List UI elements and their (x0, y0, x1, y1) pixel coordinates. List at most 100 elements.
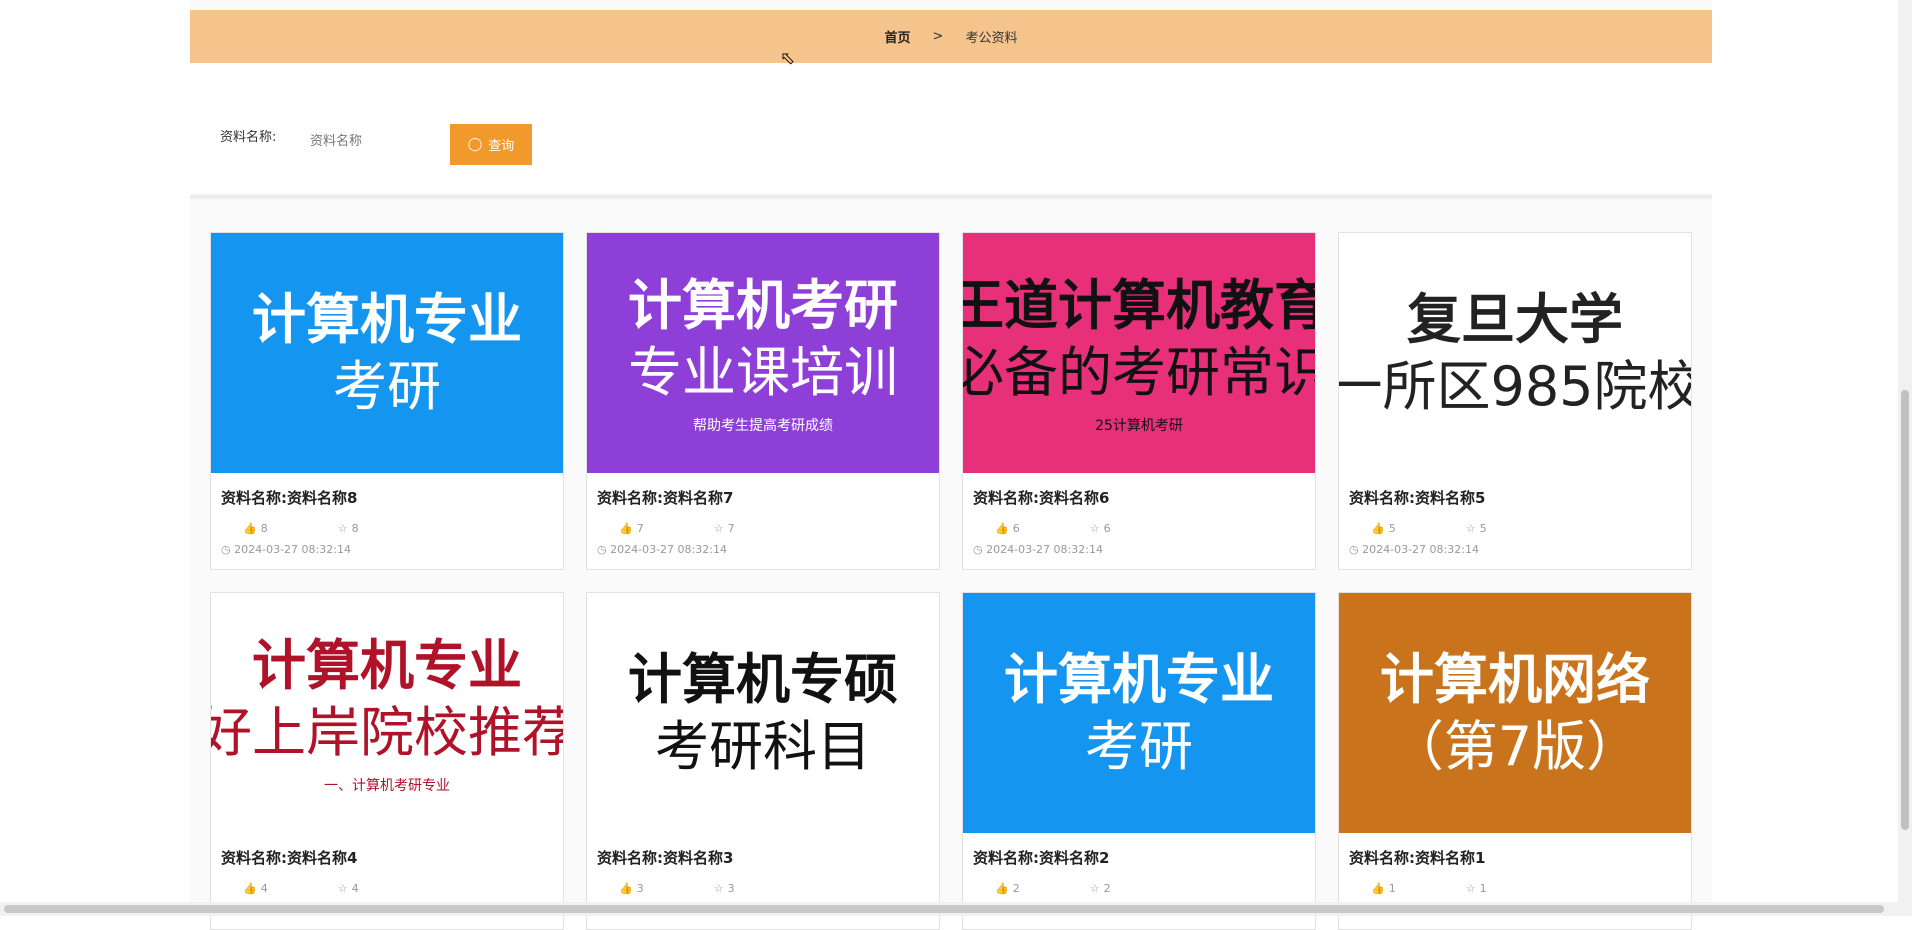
search-button-label: 查询 (488, 139, 515, 154)
thumbnail-text: 计算机网络 (1380, 647, 1650, 711)
card-thumbnail[interactable]: 计算机网络 （第7版） (1339, 593, 1691, 833)
clock-icon: ◷ (973, 543, 987, 556)
like-count: 8 (260, 522, 268, 535)
card-title[interactable]: 资料名称:资料名称5 (1349, 487, 1691, 508)
favorite-stat[interactable]: ☆ 7 (714, 522, 735, 535)
resource-card[interactable]: 计算机考研 专业课培训 帮助考生提高考研成绩资料名称:资料名称7 👍 7 ☆ 7 ◷ 2024… (586, 232, 940, 570)
like-count: 5 (1388, 522, 1396, 535)
breadcrumb-current: 考公资料 (965, 31, 1018, 46)
breadcrumb-home-link[interactable]: 首页 (885, 27, 911, 46)
favorite-stat[interactable]: ☆ 6 (1090, 522, 1111, 535)
like-stat[interactable]: 👍 8 (243, 522, 268, 535)
like-stat[interactable]: 👍 5 (1371, 522, 1396, 535)
card-stats: 👍 6 ☆ 6 (995, 522, 1315, 535)
divider (190, 195, 1712, 199)
card-title[interactable]: 资料名称:资料名称1 (1349, 847, 1691, 868)
thumbnail-text: （第7版） (1389, 715, 1641, 778)
favorite-stat[interactable]: ☆ 5 (1466, 522, 1487, 535)
thumbs-up-icon: 👍 (995, 882, 1009, 895)
card-thumbnail[interactable]: 计算机专业 好上岸院校推荐 一、计算机考研专业 (211, 593, 563, 833)
star-icon: ☆ (337, 522, 348, 535)
favorite-stat[interactable]: ☆ 2 (1090, 882, 1111, 895)
resource-card[interactable]: 王道计算机教育 必备的考研常识 25计算机考研 资料名称:资料名称6 👍 6 ☆ 6 ◷ 202… (962, 232, 1316, 570)
favorite-stat[interactable]: ☆ 3 (714, 882, 735, 895)
search-button[interactable]: ◯ 查询 (450, 124, 532, 165)
like-stat[interactable]: 👍 6 (995, 522, 1020, 535)
thumbs-up-icon: 👍 (619, 882, 633, 895)
card-stats: 👍 8 ☆ 8 (243, 522, 563, 535)
card-title[interactable]: 资料名称:资料名称6 (973, 487, 1315, 508)
thumbnail-text: 考研科目 (655, 715, 871, 778)
horizontal-scrollbar[interactable] (0, 902, 1898, 916)
thumbnail-text: 计算机专业 (1004, 647, 1274, 711)
like-stat[interactable]: 👍 7 (619, 522, 644, 535)
clock-icon: ◷ (221, 543, 235, 556)
card-date: ◷ 2024-03-27 08:32:14 (221, 543, 563, 556)
horizontal-scrollbar-thumb[interactable] (4, 905, 1884, 913)
thumbs-up-icon: 👍 (1371, 882, 1385, 895)
card-title[interactable]: 资料名称:资料名称8 (221, 487, 563, 508)
favorite-count: 5 (1479, 522, 1487, 535)
resource-card[interactable]: 计算机专业 考研 资料名称:资料名称8 👍 8 ☆ 8 ◷ 2024-03-27 08:32:… (210, 232, 564, 570)
card-thumbnail[interactable]: 王道计算机教育 必备的考研常识 25计算机考研 (963, 233, 1315, 473)
resource-card[interactable]: 计算机网络（第7版）资料名称:资料名称1👍1☆1◷ (1338, 592, 1692, 930)
favorite-count: 6 (1103, 522, 1111, 535)
like-count: 2 (1012, 882, 1020, 895)
thumbnail-text: 王道计算机教育 (963, 273, 1315, 337)
favorite-stat[interactable]: ☆ 4 (338, 882, 359, 895)
card-thumbnail[interactable]: 复旦大学又又一所区985院校缩招 (1339, 233, 1691, 473)
favorite-count: 7 (727, 522, 735, 535)
card-thumbnail[interactable]: 计算机专业 考研 (211, 233, 563, 473)
card-stats: 👍 7 ☆ 7 (619, 522, 939, 535)
thumbs-up-icon: 👍 (1371, 522, 1385, 535)
thumbnail-text: 计算机专业 (252, 287, 522, 351)
search-icon: ◯ (467, 137, 483, 152)
like-count: 1 (1388, 882, 1396, 895)
resource-card[interactable]: 复旦大学又又一所区985院校缩招资料名称:资料名称5👍5☆5◷ 2024-03-… (1338, 232, 1692, 570)
card-stats: 👍 3 ☆ 3 (619, 882, 939, 895)
favorite-count: 2 (1103, 882, 1111, 895)
thumbnail-text: 计算机专业 (252, 633, 522, 697)
search-label: 资料名称: (220, 130, 277, 145)
card-title[interactable]: 资料名称:资料名称2 (973, 847, 1315, 868)
resource-card[interactable]: 计算机专业好上岸院校推荐一、计算机考研专业资料名称:资料名称4👍4☆4◷ (210, 592, 564, 930)
card-stats: 👍 2 ☆ 2 (995, 882, 1315, 895)
thumbs-up-icon: 👍 (995, 522, 1009, 535)
favorite-stat[interactable]: ☆ 8 (338, 522, 359, 535)
card-date: ◷ 2024-03-27 08:32:14 (1349, 543, 1691, 556)
search-input[interactable] (300, 124, 450, 158)
card-thumbnail[interactable]: 计算机考研 专业课培训 帮助考生提高考研成绩 (587, 233, 939, 473)
thumbnail-text: 帮助考生提高考研成绩 (693, 417, 833, 434)
thumbnail-text: 又又一所区985院校缩招 (1339, 355, 1691, 418)
card-title[interactable]: 资料名称:资料名称3 (597, 847, 939, 868)
like-stat[interactable]: 👍 1 (1371, 882, 1396, 895)
resource-card[interactable]: 计算机专业考研资料名称:资料名称2👍2☆2◷ (962, 592, 1316, 930)
card-date: ◷ 2024-03-27 08:32:14 (597, 543, 939, 556)
card-title[interactable]: 资料名称:资料名称4 (221, 847, 563, 868)
breadcrumb-separator: > (932, 29, 944, 44)
star-icon: ☆ (1465, 882, 1476, 895)
card-title[interactable]: 资料名称:资料名称7 (597, 487, 939, 508)
star-icon: ☆ (713, 882, 724, 895)
star-icon: ☆ (1089, 882, 1100, 895)
like-count: 4 (260, 882, 268, 895)
favorite-stat[interactable]: ☆ 1 (1466, 882, 1487, 895)
like-count: 6 (1012, 522, 1020, 535)
vertical-scrollbar-thumb[interactable] (1901, 390, 1909, 830)
favorite-count: 4 (351, 882, 359, 895)
resource-card[interactable]: 计算机专硕考研科目资料名称:资料名称3👍3☆3◷ (586, 592, 940, 930)
card-thumbnail[interactable]: 计算机专硕 考研科目 (587, 593, 939, 833)
card-stats: 👍 1 ☆ 1 (1371, 882, 1691, 895)
like-stat[interactable]: 👍 2 (995, 882, 1020, 895)
clock-icon: ◷ (597, 543, 611, 556)
vertical-scrollbar[interactable] (1898, 0, 1912, 916)
thumbnail-text: 复旦大学 (1407, 287, 1623, 351)
card-stats: 👍 4 ☆ 4 (243, 882, 563, 895)
like-stat[interactable]: 👍 4 (243, 882, 268, 895)
card-thumbnail[interactable]: 计算机专业 考研 (963, 593, 1315, 833)
breadcrumb: 首页 > 考公资料 (190, 10, 1712, 63)
card-date-text: 2024-03-27 08:32:14 (234, 543, 351, 556)
like-stat[interactable]: 👍 3 (619, 882, 644, 895)
favorite-count: 8 (351, 522, 359, 535)
thumbnail-text: 必备的考研常识 (963, 341, 1315, 404)
